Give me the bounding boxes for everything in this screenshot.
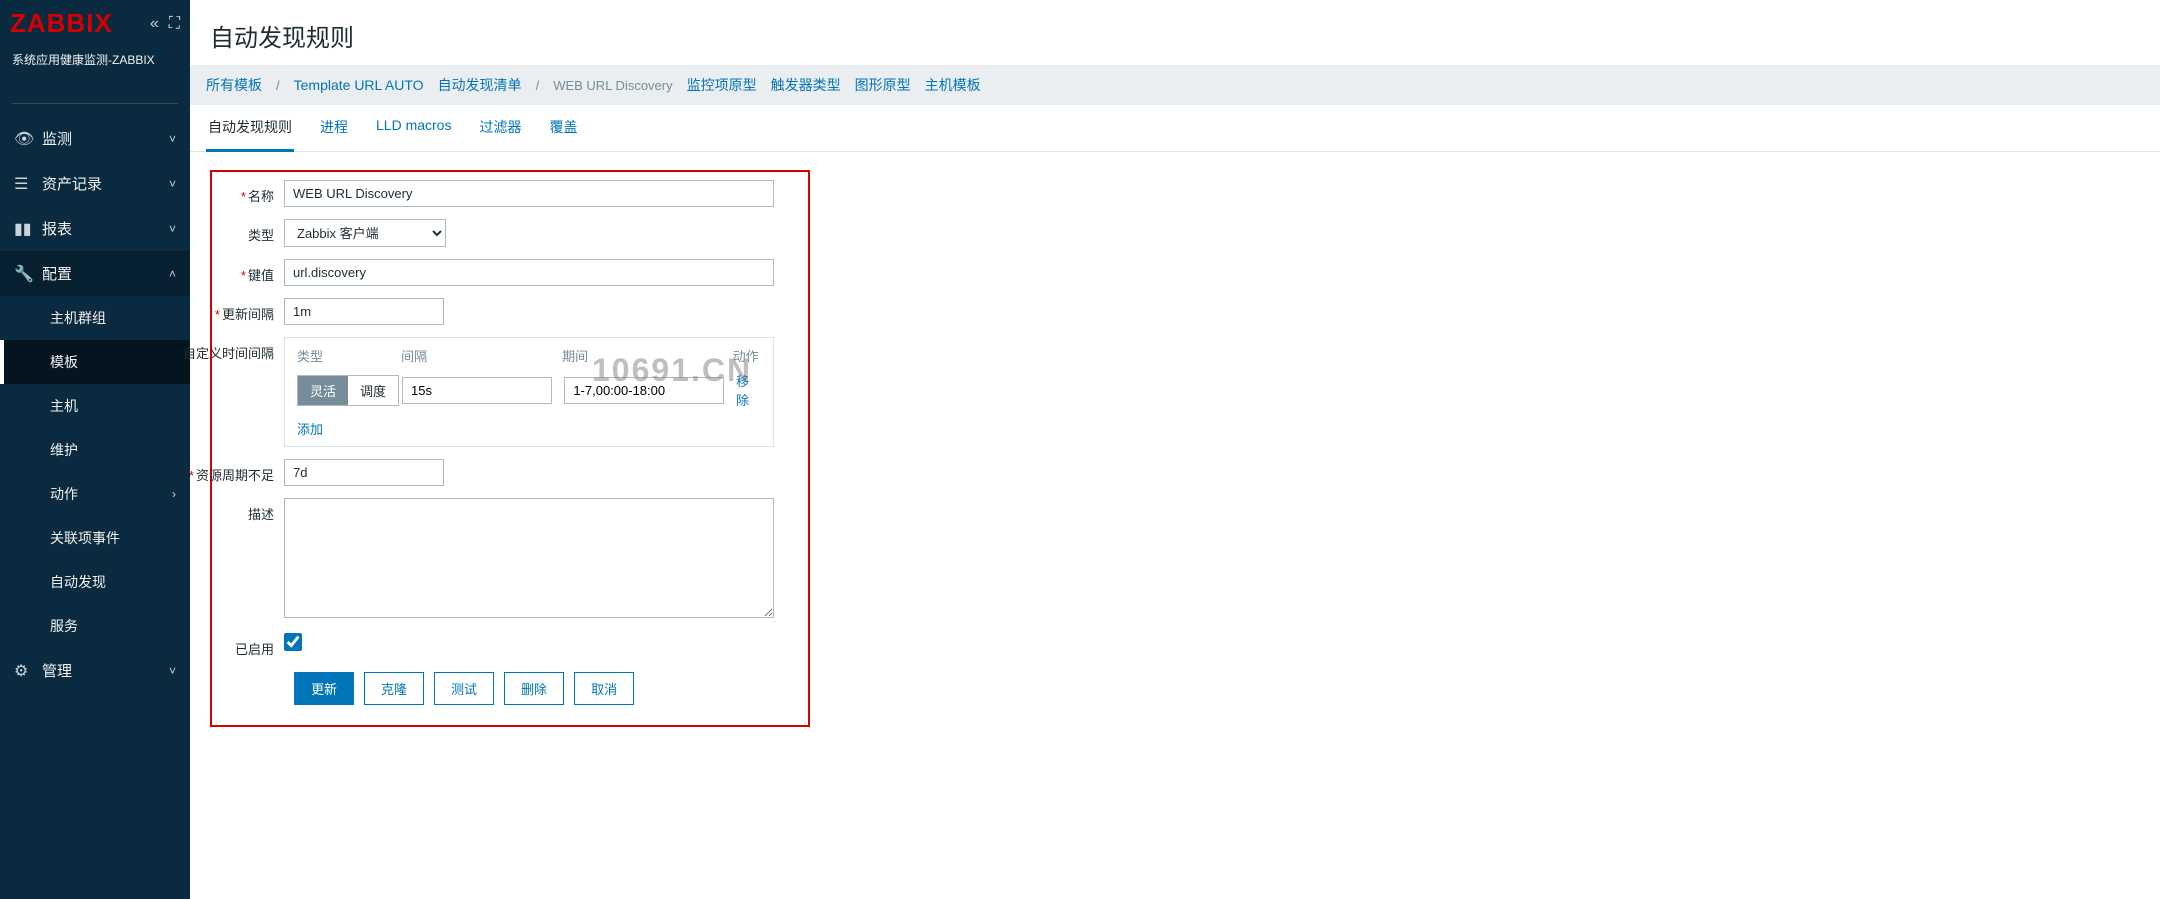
- list-icon: ☰: [14, 174, 36, 194]
- clone-button[interactable]: 克隆: [364, 672, 424, 705]
- delete-button[interactable]: 删除: [504, 672, 564, 705]
- chevron-down-icon: ˅: [169, 177, 176, 191]
- crumb-current: WEB URL Discovery: [553, 78, 672, 93]
- link-graph-proto[interactable]: 图形原型: [855, 75, 911, 95]
- tab-discovery-rule[interactable]: 自动发现规则: [206, 105, 294, 152]
- sub-hosts[interactable]: 主机: [0, 384, 190, 428]
- custom-period-input[interactable]: [564, 377, 724, 404]
- sub-actions[interactable]: 动作 ›: [0, 472, 190, 516]
- button-row: 更新 克隆 测试 删除 取消: [294, 672, 796, 705]
- tab-lld-macros[interactable]: LLD macros: [374, 105, 453, 151]
- collapse-icon[interactable]: «: [150, 15, 159, 33]
- sub-hostgroups[interactable]: 主机群组: [0, 296, 190, 340]
- add-interval-link[interactable]: 添加: [297, 419, 323, 438]
- tabs: 自动发现规则 进程 LLD macros 过滤器 覆盖: [190, 105, 2160, 152]
- nav-monitor[interactable]: 👁 监测 ˅: [0, 116, 190, 161]
- link-item-proto[interactable]: 监控项原型: [687, 75, 757, 95]
- logo-row: ZABBIX « ⛶: [0, 0, 190, 47]
- chevron-down-icon: ˅: [169, 132, 176, 146]
- crumb-template[interactable]: Template URL AUTO: [294, 77, 424, 93]
- sub-templates[interactable]: 模板: [0, 340, 190, 384]
- search-input[interactable]: [12, 76, 189, 103]
- gear-icon: ⚙: [14, 661, 36, 681]
- name-input[interactable]: [284, 180, 774, 207]
- sub-correlation[interactable]: 关联项事件: [0, 516, 190, 560]
- chevron-right-icon: ›: [172, 487, 176, 501]
- cancel-button[interactable]: 取消: [574, 672, 634, 705]
- label-interval: 更新间隔: [222, 307, 274, 322]
- crumb-all-templates[interactable]: 所有模板: [206, 75, 262, 95]
- label-enabled: 已启用: [235, 642, 274, 657]
- nav-inventory[interactable]: ☰ 资产记录 ˅: [0, 161, 190, 206]
- link-trigger-proto[interactable]: 触发器类型: [771, 75, 841, 95]
- breadcrumb: 所有模板 / Template URL AUTO 自动发现清单 / WEB UR…: [190, 65, 2160, 105]
- tab-overrides[interactable]: 覆盖: [547, 105, 579, 151]
- nav-admin[interactable]: ⚙ 管理 ˅: [0, 648, 190, 693]
- update-button[interactable]: 更新: [294, 672, 354, 705]
- sub-maintenance[interactable]: 维护: [0, 428, 190, 472]
- chevron-down-icon: ˅: [169, 664, 176, 678]
- description-textarea[interactable]: [284, 498, 774, 618]
- nav-config[interactable]: 🔧 配置 ˄: [0, 251, 190, 296]
- link-host-proto[interactable]: 主机模板: [925, 75, 981, 95]
- type-select[interactable]: Zabbix 客户端: [284, 219, 446, 247]
- keep-lost-input[interactable]: [284, 459, 444, 486]
- custom-intervals: 类型 间隔 期间 动作 灵活 调度: [284, 337, 774, 447]
- seg-sched-button[interactable]: 调度: [348, 376, 398, 405]
- label-name: 名称: [248, 189, 274, 204]
- chart-icon: ▮▮: [14, 219, 36, 239]
- custom-interval-input[interactable]: [402, 377, 552, 404]
- enabled-checkbox[interactable]: [284, 633, 302, 651]
- interval-type-segment: 灵活 调度: [297, 375, 399, 406]
- eye-icon: 👁: [14, 129, 36, 149]
- label-type: 类型: [248, 228, 274, 243]
- seg-flex-button[interactable]: 灵活: [298, 376, 348, 405]
- page-title: 自动发现规则: [190, 0, 2160, 65]
- chevron-up-icon: ˄: [169, 267, 176, 281]
- nav-reports[interactable]: ▮▮ 报表 ˅: [0, 206, 190, 251]
- sidebar: ZABBIX « ⛶ 系统应用健康监测-ZABBIX 🔍 👁 监测 ˅ ☰ 资产…: [0, 0, 190, 899]
- test-button[interactable]: 测试: [434, 672, 494, 705]
- label-custom-interval: 自定义时间间隔: [183, 346, 274, 361]
- crumb-discovery-list[interactable]: 自动发现清单: [438, 75, 522, 95]
- logo: ZABBIX: [10, 8, 113, 39]
- label-key: 键值: [248, 268, 274, 283]
- sidebar-subtitle: 系统应用健康监测-ZABBIX: [0, 47, 190, 76]
- search-box[interactable]: 🔍: [12, 76, 178, 104]
- main: 自动发现规则 所有模板 / Template URL AUTO 自动发现清单 /…: [190, 0, 2160, 899]
- tab-filters[interactable]: 过滤器: [477, 105, 523, 151]
- label-keep-lost: 资源周期不足: [196, 468, 274, 483]
- form-highlight: *名称 类型 Zabbix 客户端 *键值 *更新间隔: [210, 170, 810, 727]
- interval-input[interactable]: [284, 298, 444, 325]
- expand-icon[interactable]: ⛶: [169, 15, 180, 33]
- form-area: *名称 类型 Zabbix 客户端 *键值 *更新间隔: [190, 152, 2160, 745]
- sub-services[interactable]: 服务: [0, 604, 190, 648]
- remove-link[interactable]: 移除: [736, 374, 749, 408]
- label-description: 描述: [248, 507, 274, 522]
- tab-preprocessing[interactable]: 进程: [318, 105, 350, 151]
- chevron-down-icon: ˅: [169, 222, 176, 236]
- wrench-icon: 🔧: [14, 264, 36, 284]
- key-input[interactable]: [284, 259, 774, 286]
- sub-discovery[interactable]: 自动发现: [0, 560, 190, 604]
